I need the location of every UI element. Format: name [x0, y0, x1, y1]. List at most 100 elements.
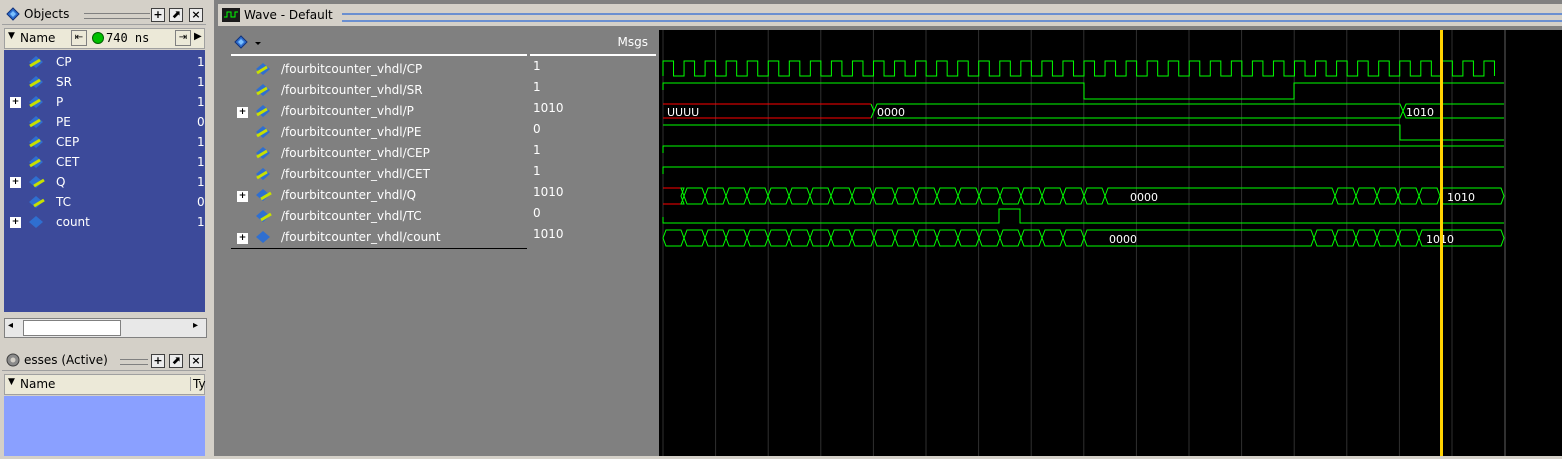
signal-out-icon — [29, 196, 45, 208]
signal-icon — [256, 126, 270, 138]
objects-title: Objects — [24, 7, 70, 21]
objects-list: CP 1 SR 1 + P 10 PE 0 CEP 1 CET 1 — [4, 50, 205, 312]
sort-arrow-icon[interactable]: ▼ — [8, 377, 15, 387]
objects-column-header: ▼ Name ⇤ 740 ns ⇥ ▶ — [4, 28, 205, 49]
signal-out-icon — [256, 189, 272, 201]
dock-button[interactable]: + — [151, 8, 165, 22]
bus-value-label: UUUU — [667, 106, 699, 119]
expand-icon[interactable]: + — [237, 233, 248, 244]
name-column-header[interactable]: Name — [20, 377, 55, 391]
objects-title-bar[interactable]: Objects + ⬈ × — [2, 4, 206, 25]
expand-icon[interactable]: + — [10, 97, 21, 108]
bus-value-label: 1010 — [1406, 106, 1434, 119]
close-button[interactable]: × — [189, 354, 203, 368]
horizontal-scrollbar[interactable]: ◂ ▸ — [4, 318, 207, 338]
wave-signal-row[interactable]: + /fourbitcounter_vhdl/P — [231, 101, 527, 122]
signal-icon — [29, 116, 43, 128]
wave-signal-row[interactable]: /fourbitcounter_vhdl/TC — [231, 206, 527, 227]
signal-path: /fourbitcounter_vhdl/CEP — [281, 146, 430, 160]
list-item[interactable]: + count 10 — [4, 212, 205, 232]
signal-icon — [29, 136, 43, 148]
signal-out-icon — [29, 176, 45, 188]
signal-value: 1010 — [533, 185, 564, 199]
q-bus-trace — [680, 187, 1505, 205]
bus-value-label: 0000 — [1130, 191, 1158, 204]
list-item[interactable]: + Q 10 — [4, 172, 205, 192]
close-button[interactable]: × — [189, 8, 203, 22]
wave-signal-row[interactable]: /fourbitcounter_vhdl/CP — [231, 59, 527, 80]
signal-path: /fourbitcounter_vhdl/Q — [281, 188, 417, 202]
signal-value: 1010 — [533, 101, 564, 115]
wave-signal-row[interactable]: + /fourbitcounter_vhdl/count — [231, 227, 527, 249]
list-item[interactable]: CET 1 — [4, 152, 205, 172]
status-dot-icon — [92, 32, 104, 44]
signal-path: /fourbitcounter_vhdl/count — [281, 230, 441, 244]
undock-button[interactable]: ⬈ — [169, 8, 183, 22]
expand-icon[interactable]: + — [237, 107, 248, 118]
processes-title-bar[interactable]: esses (Active) + ⬈ × — [2, 350, 206, 371]
bus-value-label: 1010 — [1447, 191, 1475, 204]
wave-signal-row[interactable]: /fourbitcounter_vhdl/CEP — [231, 143, 527, 164]
wave-window-icon — [222, 8, 240, 22]
signal-icon — [256, 147, 270, 159]
signal-value: 0 — [533, 122, 541, 136]
chevron-right-icon[interactable]: ▶ — [194, 31, 202, 42]
signal-icon — [29, 96, 43, 108]
processes-list — [4, 396, 205, 456]
sr-trace — [662, 82, 1504, 100]
signal-icon — [29, 56, 43, 68]
q-undefined — [663, 187, 681, 205]
expand-icon[interactable]: + — [10, 217, 21, 228]
signal-path: /fourbitcounter_vhdl/PE — [281, 125, 422, 139]
signal-icon — [256, 168, 270, 180]
signal-icon — [29, 156, 43, 168]
wave-signal-row[interactable]: /fourbitcounter_vhdl/SR — [231, 80, 527, 101]
dock-button[interactable]: + — [151, 354, 165, 368]
list-item[interactable]: PE 0 — [4, 112, 205, 132]
undock-button[interactable]: ⬈ — [169, 354, 183, 368]
scroll-left-icon[interactable]: ◂ — [8, 320, 13, 331]
panel-grip[interactable] — [84, 13, 150, 19]
processes-panel: esses (Active) + ⬈ × ▼ Name Ty — [0, 346, 208, 456]
time-back-icon[interactable]: ⇤ — [71, 30, 87, 46]
signal-path: /fourbitcounter_vhdl/CP — [281, 62, 423, 76]
objects-icon — [6, 7, 20, 21]
wave-signal-row[interactable]: + /fourbitcounter_vhdl/Q — [231, 185, 527, 206]
name-column-header[interactable]: Name — [20, 31, 55, 45]
waveform-pane[interactable]: UUUU 0000 1010 0000 1010 0000 1010 — [659, 30, 1562, 456]
list-item[interactable]: TC 0 — [4, 192, 205, 212]
signal-internal-icon — [256, 231, 270, 243]
wave-title-grip[interactable] — [342, 13, 1562, 22]
type-column-header[interactable]: Ty — [190, 377, 206, 391]
time-forward-icon[interactable]: ⇥ — [175, 30, 191, 46]
list-item[interactable]: CP 1 — [4, 52, 205, 72]
wave-signal-row[interactable]: /fourbitcounter_vhdl/CET — [231, 164, 527, 185]
signal-value: 0 — [533, 206, 541, 220]
wave-names-pane: /fourbitcounter_vhdl/CP /fourbitcounter_… — [231, 30, 527, 456]
scroll-thumb[interactable] — [23, 320, 121, 336]
scroll-right-icon[interactable]: ▸ — [193, 320, 198, 331]
expand-icon[interactable]: + — [237, 191, 248, 202]
list-item[interactable]: SR 1 — [4, 72, 205, 92]
sort-arrow-icon[interactable]: ▼ — [8, 31, 15, 41]
list-item[interactable]: + P 10 — [4, 92, 205, 112]
signal-icon — [29, 76, 43, 88]
bus-value-label: 0000 — [1109, 233, 1137, 246]
signal-out-icon — [256, 210, 272, 222]
msgs-column-header: Msgs — [617, 35, 648, 49]
signal-value: 1 — [533, 80, 541, 94]
add-wave-icon[interactable] — [233, 34, 263, 50]
wave-title: Wave - Default — [244, 8, 333, 22]
signal-path: /fourbitcounter_vhdl/CET — [281, 167, 430, 181]
gear-icon — [6, 353, 20, 367]
signal-icon — [256, 105, 270, 117]
signal-path: /fourbitcounter_vhdl/P — [281, 104, 414, 118]
panel-grip[interactable] — [120, 359, 148, 365]
wave-signal-row[interactable]: /fourbitcounter_vhdl/PE — [231, 122, 527, 143]
list-item[interactable]: CEP 1 — [4, 132, 205, 152]
time-cursor[interactable] — [1440, 30, 1443, 456]
wave-title-bar[interactable]: Wave - Default — [218, 4, 1562, 26]
expand-icon[interactable]: + — [10, 177, 21, 188]
processes-column-header: ▼ Name Ty — [4, 374, 206, 395]
waveform-canvas[interactable]: UUUU 0000 1010 0000 1010 0000 1010 — [659, 30, 1562, 456]
